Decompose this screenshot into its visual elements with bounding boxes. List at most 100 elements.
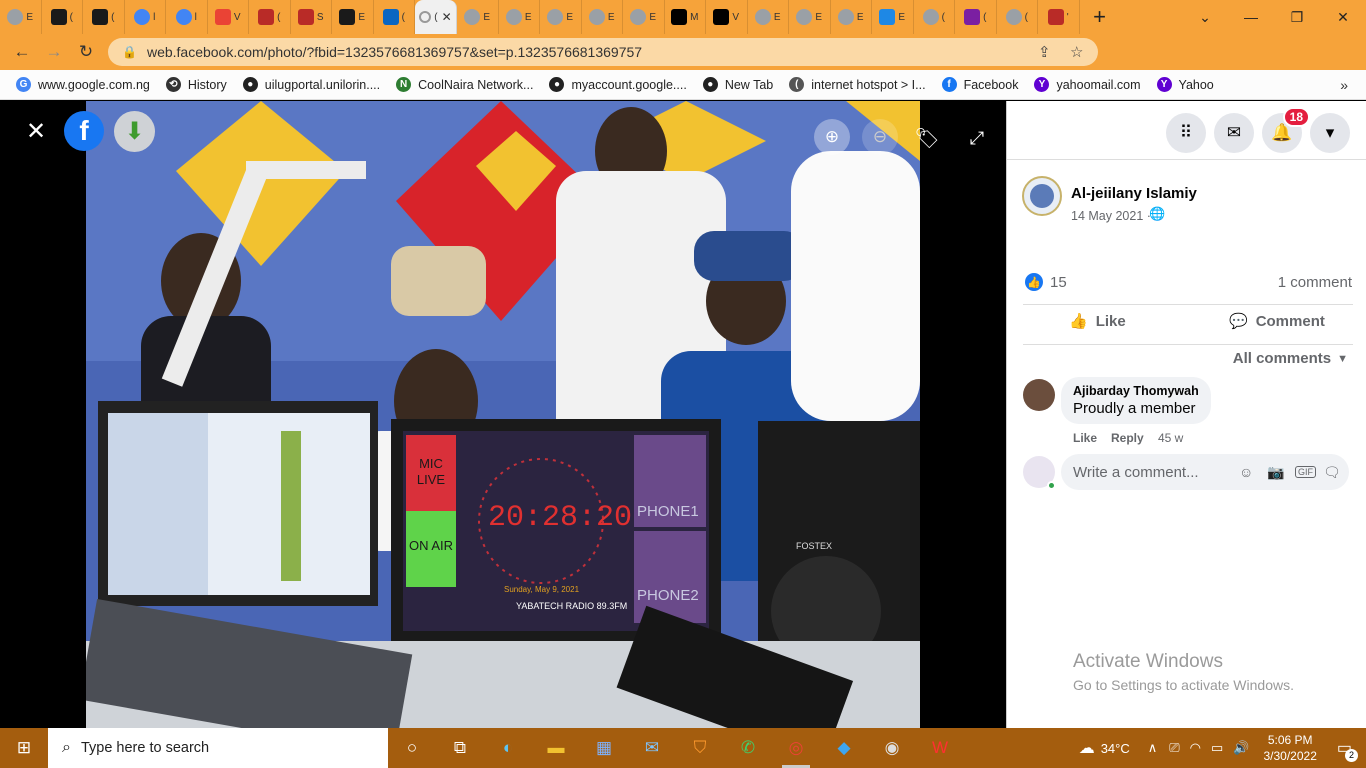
- comment-button[interactable]: 💬 Comment: [1229, 312, 1325, 331]
- download-icon[interactable]: ⬇: [114, 111, 155, 152]
- bookmark-item[interactable]: ● myaccount.google....: [549, 77, 687, 92]
- browser-tab[interactable]: E: [0, 0, 42, 34]
- notifications-bell-icon[interactable]: 🔔 18: [1262, 107, 1310, 153]
- share-icon[interactable]: ⇪: [1038, 43, 1051, 61]
- address-bar[interactable]: 🔒 web.facebook.com/photo/?fbid=132357668…: [108, 38, 1098, 66]
- minimize-button[interactable]: —: [1228, 0, 1274, 34]
- browser-tab[interactable]: E: [540, 0, 582, 34]
- browser-tab[interactable]: V: [208, 0, 249, 34]
- browser-tab[interactable]: (: [42, 0, 83, 34]
- taskbar-search[interactable]: ⌕ Type here to search: [48, 728, 388, 768]
- camera-icon[interactable]: 📷: [1267, 464, 1284, 481]
- browser-tab[interactable]: S: [291, 0, 332, 34]
- vscode-icon[interactable]: ◆: [820, 728, 868, 768]
- messenger-icon[interactable]: ✉: [1214, 113, 1254, 153]
- tray-chevron-icon[interactable]: ∧: [1148, 740, 1158, 756]
- bookmark-item[interactable]: ● uilugportal.unilorin....: [242, 77, 380, 92]
- device-icon[interactable]: ⎚: [1169, 740, 1179, 756]
- file-explorer-icon[interactable]: ▬: [532, 728, 580, 768]
- volume-icon[interactable]: 🔊: [1233, 740, 1249, 756]
- comment-reply-link[interactable]: Reply: [1111, 431, 1144, 445]
- notification-center-icon[interactable]: ▭ 2: [1337, 738, 1358, 762]
- comment-like-link[interactable]: Like: [1073, 431, 1097, 445]
- mail-icon[interactable]: ✉: [628, 728, 676, 768]
- browser-tab[interactable]: (: [997, 0, 1038, 34]
- media-player-icon[interactable]: ◉: [868, 728, 916, 768]
- browser-tab[interactable]: (: [955, 0, 997, 34]
- close-photo-icon[interactable]: ✕: [22, 117, 50, 145]
- bookmark-star-icon[interactable]: ☆: [1070, 43, 1083, 61]
- bookmark-item[interactable]: Gwww.google.com.ng: [16, 77, 150, 92]
- clock[interactable]: 5:06 PM 3/30/2022: [1263, 732, 1316, 764]
- browser-tab[interactable]: l: [125, 0, 166, 34]
- browser-tab[interactable]: E: [872, 0, 914, 34]
- commenter-avatar[interactable]: [1023, 379, 1055, 411]
- gif-icon[interactable]: GIF: [1295, 466, 1316, 478]
- zoom-in-icon[interactable]: ⊕: [814, 119, 850, 155]
- browser-tab[interactable]: E: [831, 0, 872, 34]
- emoji-icon[interactable]: ☺: [1239, 464, 1253, 480]
- edge-icon[interactable]: ◐: [484, 728, 532, 768]
- browser-tab[interactable]: (: [374, 0, 415, 34]
- tab-close-icon[interactable]: ✕: [442, 10, 452, 24]
- browser-tab[interactable]: E: [457, 0, 499, 34]
- forward-button[interactable]: →: [38, 36, 70, 68]
- bookmark-item[interactable]: Yyahoomail.com: [1034, 77, 1141, 92]
- browser-tab[interactable]: E: [789, 0, 831, 34]
- comment-composer[interactable]: Write a comment... ☺ 📷 GIF 🗨: [1061, 454, 1349, 490]
- chrome-taskbar-icon[interactable]: ◎: [772, 728, 820, 768]
- post-author[interactable]: Al-jeiilany Islamiy: [1071, 185, 1197, 202]
- browser-tab[interactable]: ': [1038, 0, 1080, 34]
- bookmark-item[interactable]: N CoolNaira Network...: [396, 77, 533, 92]
- weather-icon[interactable]: ☁: [1079, 738, 1095, 758]
- browser-tab[interactable]: (: [914, 0, 955, 34]
- whatsapp-icon[interactable]: ✆: [724, 728, 772, 768]
- bookmark-item[interactable]: Y Yahoo: [1156, 77, 1214, 92]
- author-avatar[interactable]: [1022, 176, 1062, 216]
- like-button[interactable]: 👍 Like: [1069, 312, 1126, 331]
- weather-temp[interactable]: 34°C: [1101, 741, 1130, 756]
- browser-tab[interactable]: E: [332, 0, 374, 34]
- browser-tab[interactable]: E: [582, 0, 623, 34]
- browser-tab[interactable]: (: [249, 0, 291, 34]
- reload-button[interactable]: ↻: [70, 36, 102, 68]
- task-view-icon[interactable]: ⧉: [436, 728, 484, 768]
- bookmark-item[interactable]: ● New Tab: [702, 77, 773, 92]
- comment-filter[interactable]: All comments ▼: [1233, 350, 1348, 367]
- browser-tab[interactable]: (: [83, 0, 125, 34]
- bookmarks-overflow-icon[interactable]: »: [1340, 77, 1348, 93]
- browser-tab[interactable]: (✕: [415, 0, 457, 34]
- restore-button[interactable]: ❐: [1274, 0, 1320, 34]
- browser-tab[interactable]: V: [706, 0, 748, 34]
- browser-tab[interactable]: E: [623, 0, 665, 34]
- comment-count[interactable]: 1 comment: [1278, 274, 1352, 291]
- back-button[interactable]: ←: [6, 36, 38, 68]
- battery-icon[interactable]: ▭: [1211, 740, 1223, 756]
- brave-icon[interactable]: ⛉: [676, 728, 724, 768]
- account-dropdown-icon[interactable]: ▾: [1310, 113, 1350, 153]
- browser-tab[interactable]: M: [665, 0, 706, 34]
- sticker-icon[interactable]: 🗨: [1323, 464, 1341, 481]
- new-tab-button[interactable]: +: [1080, 4, 1120, 30]
- comment-author[interactable]: Ajibarday Thomywah: [1073, 384, 1199, 398]
- bookmark-item[interactable]: (internet hotspot > I...: [789, 77, 926, 92]
- like-count[interactable]: 15: [1050, 274, 1067, 291]
- store-icon[interactable]: ▦: [580, 728, 628, 768]
- menu-grid-icon[interactable]: ⠿: [1166, 113, 1206, 153]
- url-text[interactable]: web.facebook.com/photo/?fbid=13235766813…: [147, 44, 642, 60]
- browser-tab[interactable]: E: [499, 0, 540, 34]
- cortana-icon[interactable]: ○: [388, 728, 436, 768]
- close-window-button[interactable]: ✕: [1320, 0, 1366, 34]
- post-date[interactable]: 14 May 2021 ·: [1071, 209, 1151, 223]
- composer-placeholder[interactable]: Write a comment...: [1073, 464, 1199, 481]
- bookmark-item[interactable]: ⟲ History: [165, 77, 227, 92]
- tab-search-icon[interactable]: ⌄: [1182, 0, 1228, 34]
- wifi-icon[interactable]: ◠: [1190, 740, 1201, 756]
- fullscreen-icon[interactable]: ⤢: [964, 125, 990, 151]
- browser-tab[interactable]: l: [166, 0, 208, 34]
- windows-start-icon[interactable]: ⊞: [0, 728, 48, 768]
- wps-office-icon[interactable]: W: [916, 728, 964, 768]
- facebook-logo-icon[interactable]: f: [64, 111, 104, 151]
- tag-icon[interactable]: 🏷: [914, 125, 940, 151]
- bookmark-item[interactable]: f Facebook: [941, 77, 1018, 92]
